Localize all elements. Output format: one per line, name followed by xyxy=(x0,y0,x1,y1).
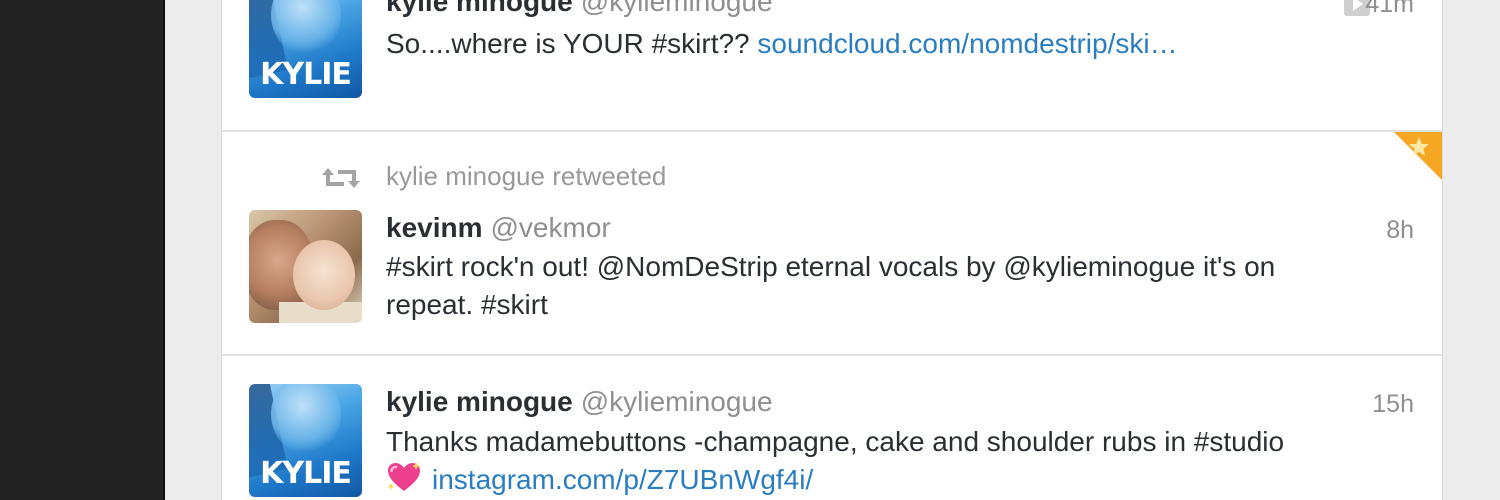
display-name[interactable]: kylie minogue xyxy=(386,386,573,417)
display-name[interactable]: kevinm xyxy=(386,212,483,243)
tweet-body-line-2: instagram.com/p/Z7UBnWgf4i/ xyxy=(386,461,1416,499)
avatar-face xyxy=(271,384,341,454)
tweet-3[interactable]: KYLIE kylie minogue @kylieminogue 15h Tha… xyxy=(222,356,1442,500)
avatar-kylieminogue[interactable]: KYLIE xyxy=(249,384,362,497)
avatar-baby xyxy=(293,240,355,310)
timeline[interactable]: KYLIE kylie minogue @kylieminogue 41m So.… xyxy=(221,0,1443,500)
tweet-1[interactable]: KYLIE kylie minogue @kylieminogue 41m So.… xyxy=(222,0,1442,131)
avatar-vekmor[interactable] xyxy=(249,210,362,323)
tweet-time[interactable]: 8h xyxy=(1386,214,1414,246)
display-name[interactable]: kylie minogue xyxy=(386,0,573,17)
tweet-2[interactable]: kevinm @vekmor 8h #skirt rock'n out! @Nom… xyxy=(222,132,1442,354)
tweet-time[interactable]: 15h xyxy=(1372,388,1414,420)
tweet-text: So....where is YOUR #skirt?? soundcloud.… xyxy=(386,25,1416,63)
avatar-kylieminogue[interactable]: KYLIE xyxy=(249,0,362,98)
tweet-body-line-2: repeat. #skirt xyxy=(386,289,548,320)
tweet-body-line-1: Thanks madamebuttons -champagne, cake an… xyxy=(386,426,1285,457)
tweet-link[interactable]: instagram.com/p/Z7UBnWgf4i/ xyxy=(432,464,813,495)
left-sidebar xyxy=(0,0,163,500)
avatar-logo-text: KYLIE xyxy=(260,57,352,92)
handle[interactable]: @kylieminogue xyxy=(581,386,773,417)
tweet-header: kylie minogue @kylieminogue xyxy=(386,386,773,418)
sparkling-heart-icon xyxy=(387,462,420,491)
tweet-header: kylie minogue @kylieminogue xyxy=(386,0,773,18)
handle[interactable]: @vekmor xyxy=(491,212,611,243)
tweet-header: kevinm @vekmor xyxy=(386,212,611,244)
tweet-text: #skirt rock'n out! @NomDeStrip eternal v… xyxy=(386,248,1416,324)
tweet-body-line-1: #skirt rock'n out! @NomDeStrip eternal v… xyxy=(386,251,1276,282)
handle[interactable]: @kylieminogue xyxy=(581,0,773,17)
tweet-time[interactable]: 41m xyxy=(1365,0,1414,20)
tweet-body: So....where is YOUR #skirt?? xyxy=(386,28,750,59)
tweet-text: Thanks madamebuttons -champagne, cake an… xyxy=(386,423,1416,499)
tweet-link[interactable]: soundcloud.com/nomdestrip/ski… xyxy=(757,28,1177,59)
avatar-logo-text: KYLIE xyxy=(260,456,352,491)
